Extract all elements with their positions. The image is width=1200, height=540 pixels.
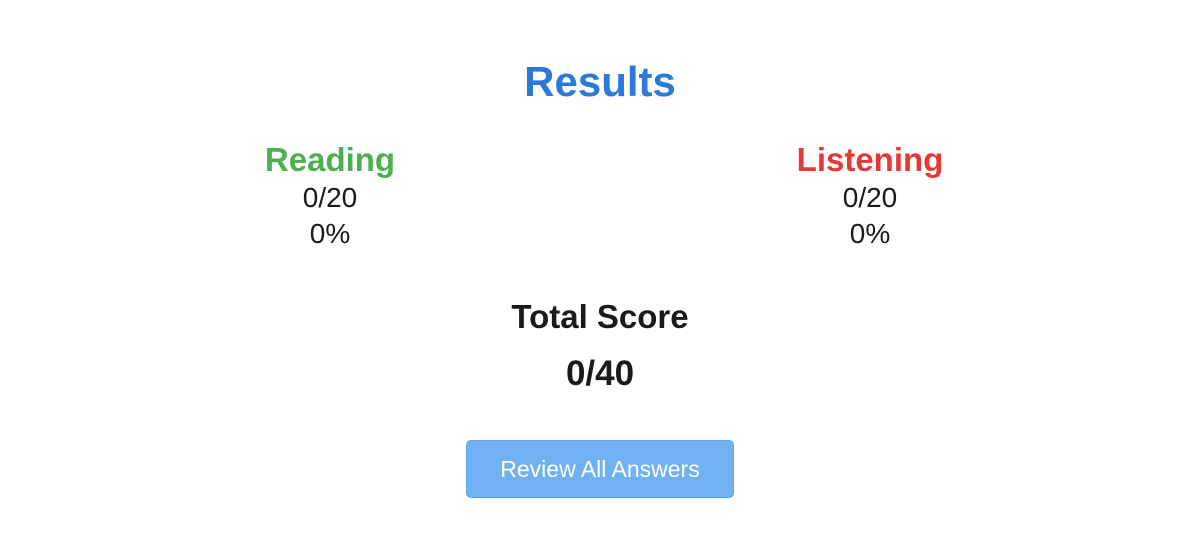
listening-score: 0/20 [842, 182, 898, 213]
total-score-label: Total Score [511, 298, 689, 335]
listening-section: Listening 0/20 0% [720, 140, 1020, 252]
review-all-answers-button[interactable]: Review All Answers [466, 440, 734, 498]
reading-section: Reading 0/20 0% [180, 140, 480, 252]
listening-percent: 0% [849, 218, 891, 249]
listening-title: Listening [796, 141, 944, 178]
reading-title: Reading [264, 141, 396, 178]
reading-percent: 0% [309, 218, 351, 249]
results-title: Results [524, 58, 676, 105]
total-score-value: 0/40 [565, 354, 635, 393]
reading-score: 0/20 [302, 182, 358, 213]
